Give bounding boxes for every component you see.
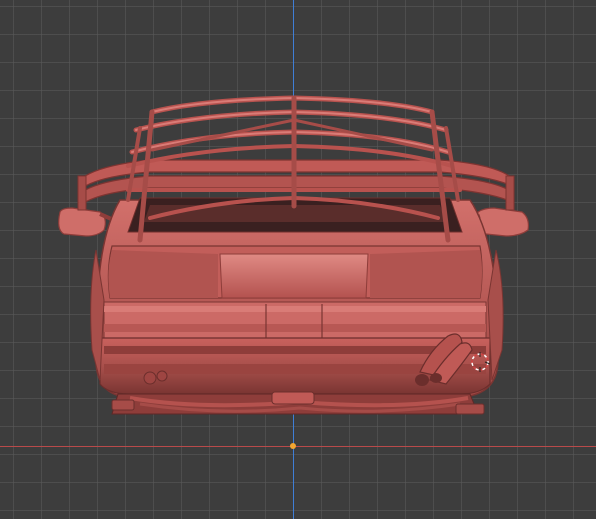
world-origin-dot: [290, 443, 296, 449]
car-model[interactable]: [0, 0, 596, 519]
license-recess: [219, 253, 369, 299]
taillight-band: [103, 301, 487, 339]
undercarriage: [111, 391, 485, 415]
3d-viewport[interactable]: [0, 0, 596, 519]
3d-cursor-icon[interactable]: [470, 352, 490, 372]
